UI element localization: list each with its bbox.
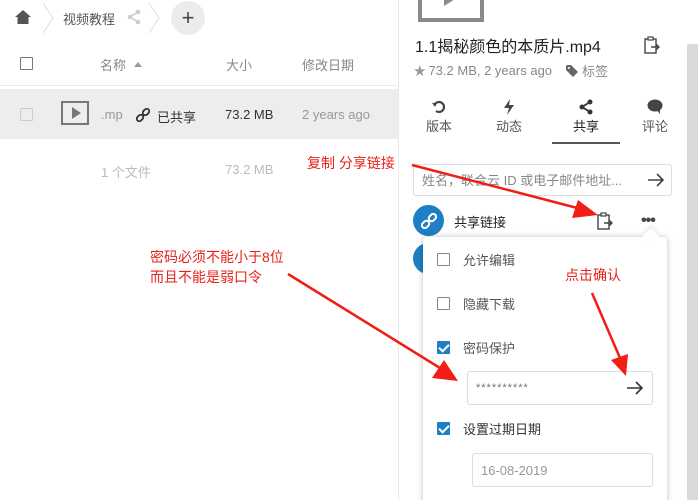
hide-download-option[interactable]: 隐藏下载 [437,293,515,313]
expiration-date-box [472,453,653,487]
tag-icon [566,64,579,77]
file-name[interactable]: .mp [101,107,123,122]
annotation-password-rule-1: 密码必须不能小于8位 [150,249,284,265]
tab-label: 评论 [641,119,668,134]
set-expiration-checkbox[interactable] [437,421,450,435]
share-icon [579,99,593,115]
activity-icon [504,99,514,115]
sidebar-meta: ★ 73.2 MB, 2 years ago 标签 [413,61,608,80]
select-all-checkbox[interactable] [20,57,33,70]
file-modified: 2 years ago [302,107,370,122]
allow-edit-label: 允许编辑 [463,252,516,268]
share-link-options-popover: 允许编辑 隐藏下载 密码保护 设置过期日期 [423,237,667,500]
favorite-star-icon[interactable]: ★ [413,62,426,80]
summary-size: 73.2 MB [225,162,274,177]
column-header-modified[interactable]: 修改日期 [302,55,354,74]
video-file-icon [61,101,89,125]
share-link-avatar [413,205,444,236]
share-icon[interactable] [126,9,142,25]
set-expiration-label: 设置过期日期 [463,421,542,437]
add-new-button[interactable]: + [171,1,205,35]
tab-label: 版本 [425,119,452,134]
share-link-label: 共享链接 [454,215,507,230]
breadcrumb-separator-icon [42,2,54,34]
column-header-name[interactable]: 名称 [100,55,143,74]
scrollbar-thumb[interactable] [687,44,698,500]
tab-versions[interactable]: 版本 [409,99,469,135]
details-sidebar: 1.1揭秘颜色的本质片.mp4 ★ 73.2 MB, 2 years ago 标… [398,0,687,500]
password-input[interactable] [468,372,618,404]
password-protect-option[interactable]: 密码保护 [437,337,515,357]
annotation-copy-link: 复制 分享链接 [307,155,395,171]
sidebar-tabs: 版本 动态 共享 评论 [409,99,679,144]
allow-edit-checkbox[interactable] [437,252,450,266]
breadcrumb: 视频教程 + [0,0,398,36]
hide-download-label: 隐藏下载 [463,296,516,312]
tab-label: 共享 [572,119,599,134]
file-size: 73.2 MB [225,107,274,122]
scrollbar[interactable] [687,0,698,500]
video-preview-icon [418,0,484,22]
tags-link[interactable]: 标签 [582,61,608,80]
annotation-password-rule-2: 而且不能是弱口令 [150,269,262,285]
allow-edit-option[interactable]: 允许编辑 [437,249,515,269]
tab-activity[interactable]: 动态 [479,99,539,135]
breadcrumb-separator-icon [148,2,160,34]
column-header-name-label: 名称 [100,58,127,73]
annotation-click-confirm: 点击确认 [565,267,621,283]
sort-ascending-icon [134,62,143,68]
summary-count: 1 个文件 [101,165,151,180]
more-options-button[interactable]: ••• [641,212,656,230]
link-icon [136,108,150,122]
password-protect-checkbox[interactable] [437,340,450,354]
password-protect-label: 密码保护 [463,340,516,356]
share-with-input[interactable] [414,165,629,195]
clipboard-icon[interactable] [644,36,660,54]
file-meta-text: 73.2 MB, 2 years ago [428,63,553,78]
copy-link-icon[interactable] [597,212,613,230]
column-header-size[interactable]: 大小 [226,55,252,74]
shared-status[interactable]: 已共享 [157,107,196,126]
hide-download-checkbox[interactable] [437,296,450,310]
history-icon [432,100,446,114]
tab-sharing[interactable]: 共享 [556,99,616,135]
arrow-right-icon[interactable] [647,171,665,189]
link-icon [420,212,437,229]
active-tab-indicator [552,142,620,144]
tab-label: 动态 [495,119,522,134]
share-with-input-box [413,164,672,196]
home-icon[interactable] [15,10,31,24]
set-expiration-option[interactable]: 设置过期日期 [437,418,541,438]
breadcrumb-folder[interactable]: 视频教程 [63,9,115,28]
password-input-box [467,371,653,405]
comment-icon [647,99,663,114]
sidebar-file-title: 1.1揭秘颜色的本质片.mp4 [415,39,601,56]
row-checkbox[interactable] [20,108,33,121]
confirm-password-arrow-icon[interactable] [626,379,644,397]
expiration-date-input[interactable] [473,454,643,486]
table-header: 名称 大小 修改日期 [0,42,398,86]
tab-comments[interactable]: 评论 [625,99,685,135]
